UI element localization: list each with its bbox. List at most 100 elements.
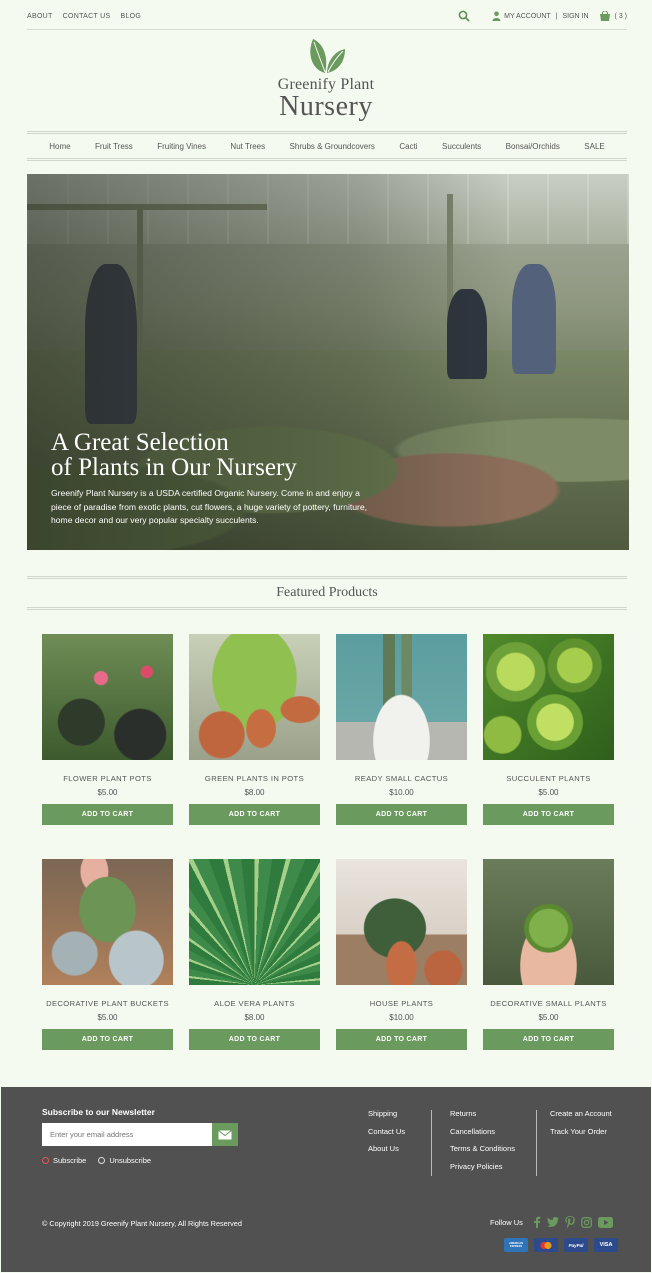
- youtube-icon[interactable]: [597, 1216, 613, 1228]
- nav-home[interactable]: Home: [49, 142, 70, 151]
- product-price: $5.00: [97, 1013, 118, 1022]
- house-plants-image[interactable]: [336, 859, 467, 985]
- product-card: DECORATIVE SMALL PLANTS $5.00 ADD TO CAR…: [483, 859, 614, 1050]
- sign-in-link[interactable]: SIGN IN: [562, 13, 588, 20]
- instagram-icon[interactable]: [580, 1216, 592, 1228]
- follow-us-label: Follow Us: [490, 1217, 523, 1227]
- product-name[interactable]: GREEN PLANTS IN POTS: [189, 774, 320, 783]
- succulent-image[interactable]: [483, 634, 614, 760]
- flower-pots-image[interactable]: [42, 634, 173, 760]
- twitter-icon[interactable]: [546, 1217, 559, 1227]
- top-bar: ABOUT CONTACT US BLOG MY ACCOUNT | SIGN …: [27, 7, 627, 30]
- add-to-cart-button[interactable]: ADD TO CART: [42, 1029, 173, 1050]
- blog-link[interactable]: BLOG: [120, 13, 141, 20]
- footer: Subscribe to our Newsletter Subscribe Un…: [1, 1087, 651, 1272]
- user-icon: [492, 11, 501, 21]
- main-nav: Home Fruit Tress Fruiting Vines Nut Tree…: [27, 131, 627, 161]
- add-to-cart-button[interactable]: ADD TO CART: [483, 1029, 614, 1050]
- unsubscribe-radio[interactable]: Unsubscribe: [98, 1156, 151, 1165]
- cart-icon[interactable]: [599, 10, 611, 22]
- product-name[interactable]: DECORATIVE PLANT BUCKETS: [42, 999, 173, 1008]
- add-to-cart-button[interactable]: ADD TO CART: [189, 1029, 320, 1050]
- newsletter-submit-button[interactable]: [212, 1123, 238, 1146]
- nav-succulents[interactable]: Succulents: [442, 142, 481, 151]
- search-icon[interactable]: [458, 10, 470, 22]
- logo-line-2: Nursery: [279, 91, 373, 122]
- cancellations-link[interactable]: Cancellations: [450, 1127, 515, 1136]
- nav-nut-trees[interactable]: Nut Trees: [230, 142, 265, 151]
- product-card: GREEN PLANTS IN POTS $8.00 ADD TO CART: [189, 634, 320, 825]
- nav-fruit-trees[interactable]: Fruit Tress: [95, 142, 133, 151]
- divider: [431, 1110, 432, 1176]
- product-price: $8.00: [244, 788, 265, 797]
- nav-fruiting-vines[interactable]: Fruiting Vines: [157, 142, 206, 151]
- subscribe-label: Subscribe: [53, 1156, 87, 1165]
- aloe-vera-image[interactable]: [189, 859, 320, 985]
- privacy-link[interactable]: Privacy Policies: [450, 1162, 515, 1171]
- mastercard-badge: [534, 1238, 558, 1252]
- radio-dot: [98, 1157, 106, 1164]
- account-area: MY ACCOUNT | SIGN IN ( 3 ): [458, 10, 627, 22]
- product-price: $10.00: [389, 1013, 414, 1022]
- hero-title-line-2: of Plants in Our Nursery: [51, 454, 297, 481]
- nav-bonsai-orchids[interactable]: Bonsai/Orchids: [506, 142, 560, 151]
- paypal-label: PayPal: [568, 1242, 584, 1248]
- product-name[interactable]: SUCCULENT PLANTS: [483, 774, 614, 783]
- product-price: $10.00: [389, 788, 414, 797]
- product-price: $5.00: [538, 1013, 559, 1022]
- my-account-link[interactable]: MY ACCOUNT: [504, 13, 551, 20]
- logo[interactable]: Greenify Plant Nursery: [1, 35, 651, 122]
- terms-link[interactable]: Terms & Conditions: [450, 1144, 515, 1153]
- copyright: © Copyright 2019 Greenify Plant Nursery,…: [42, 1219, 242, 1228]
- add-to-cart-button[interactable]: ADD TO CART: [42, 804, 173, 825]
- nav-shrubs[interactable]: Shrubs & Groundcovers: [290, 142, 375, 151]
- contact-us-footer-link[interactable]: Contact Us: [368, 1127, 405, 1136]
- product-card: ALOE VERA PLANTS $8.00 ADD TO CART: [189, 859, 320, 1050]
- visa-label: VISA: [599, 1242, 613, 1248]
- add-to-cart-button[interactable]: ADD TO CART: [336, 804, 467, 825]
- returns-link[interactable]: Returns: [450, 1109, 515, 1118]
- cart-count: ( 3 ): [614, 12, 627, 20]
- envelope-icon: [218, 1129, 232, 1139]
- paypal-badge: PayPal: [564, 1238, 588, 1252]
- product-price: $8.00: [244, 1013, 265, 1022]
- about-link[interactable]: ABOUT: [27, 13, 53, 20]
- hero-banner: A Great Selection of Plants in Our Nurse…: [27, 174, 629, 550]
- cactus-image[interactable]: [336, 634, 467, 760]
- green-plants-image[interactable]: [189, 634, 320, 760]
- amex-badge: AMERICAN EXPRESS: [504, 1238, 528, 1252]
- top-links: ABOUT CONTACT US BLOG: [27, 13, 141, 20]
- contact-us-link[interactable]: CONTACT US: [63, 13, 111, 20]
- facebook-icon[interactable]: [533, 1216, 541, 1228]
- product-name[interactable]: HOUSE PLANTS: [336, 999, 467, 1008]
- subscribe-radio[interactable]: Subscribe: [42, 1156, 86, 1165]
- create-account-link[interactable]: Create an Account: [550, 1109, 612, 1118]
- product-name[interactable]: READY SMALL CACTUS: [336, 774, 467, 783]
- featured-heading: Featured Products: [27, 576, 627, 610]
- plant-buckets-image[interactable]: [42, 859, 173, 985]
- visa-badge: VISA: [594, 1238, 618, 1252]
- product-card: DECORATIVE PLANT BUCKETS $5.00 ADD TO CA…: [42, 859, 173, 1050]
- product-price: $5.00: [97, 788, 118, 797]
- mastercard-logo-icon: [540, 1241, 552, 1249]
- product-name[interactable]: ALOE VERA PLANTS: [189, 999, 320, 1008]
- subscription-options: Subscribe Unsubscribe: [42, 1156, 151, 1165]
- hero-title: A Great Selection of Plants in Our Nurse…: [51, 430, 391, 480]
- add-to-cart-button[interactable]: ADD TO CART: [189, 804, 320, 825]
- nav-cacti[interactable]: Cacti: [399, 142, 417, 151]
- pinterest-icon[interactable]: [565, 1216, 575, 1228]
- divider: [536, 1110, 537, 1176]
- add-to-cart-button[interactable]: ADD TO CART: [483, 804, 614, 825]
- add-to-cart-button[interactable]: ADD TO CART: [336, 1029, 467, 1050]
- nav-sale[interactable]: SALE: [584, 142, 604, 151]
- product-name[interactable]: DECORATIVE SMALL PLANTS: [483, 999, 614, 1008]
- payment-methods: AMERICAN EXPRESS PayPal VISA: [504, 1238, 618, 1252]
- track-order-link[interactable]: Track Your Order: [550, 1127, 612, 1136]
- newsletter-email-input[interactable]: [42, 1123, 212, 1146]
- shipping-link[interactable]: Shipping: [368, 1109, 405, 1118]
- footer-links-col-2: Returns Cancellations Terms & Conditions…: [450, 1109, 515, 1171]
- hero-text: Greenify Plant Nursery is a USDA certifi…: [51, 488, 368, 525]
- product-name[interactable]: FLOWER PLANT POTS: [42, 774, 173, 783]
- about-us-link[interactable]: About Us: [368, 1144, 405, 1153]
- small-plants-image[interactable]: [483, 859, 614, 985]
